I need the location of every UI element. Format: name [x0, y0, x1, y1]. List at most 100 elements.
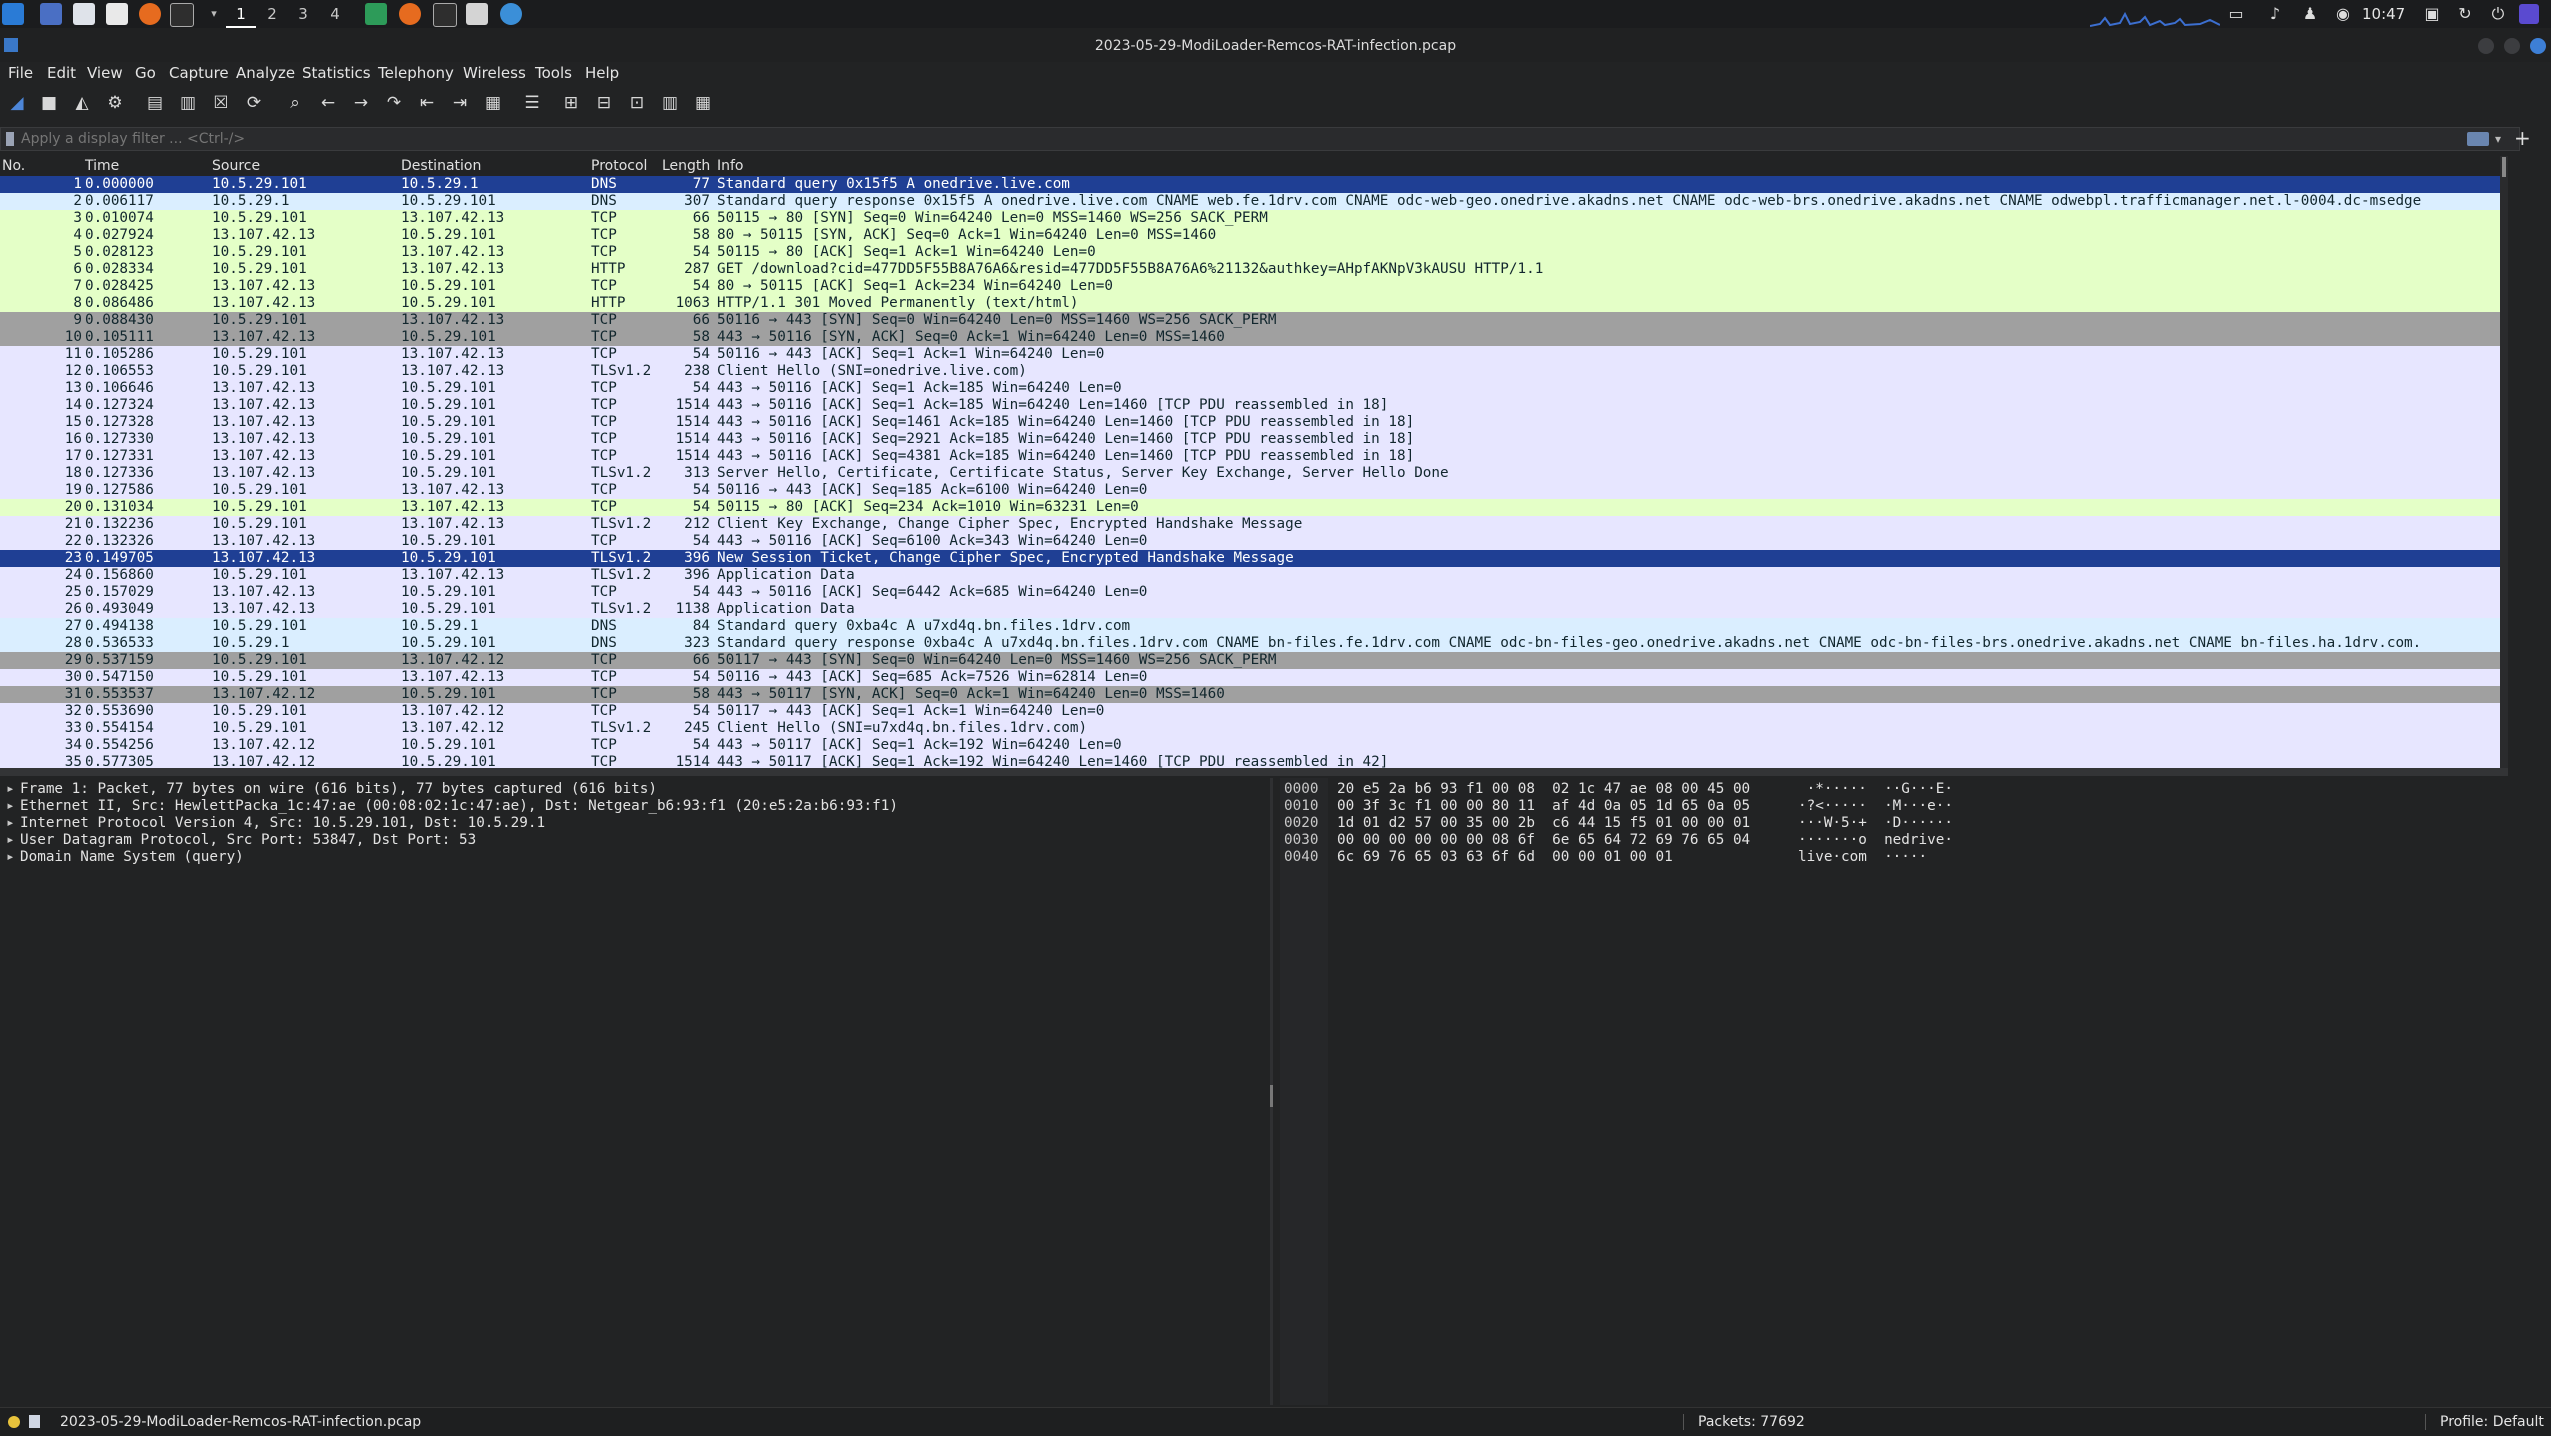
network-task-icon[interactable]	[500, 3, 522, 25]
menu-edit[interactable]: Edit	[47, 62, 76, 84]
reload-file-icon[interactable]: ⟳	[243, 92, 265, 114]
packet-row[interactable]: 16 0.127330 13.107.42.13 10.5.29.101 TCP 1514…	[0, 431, 2508, 448]
expert-info-icon[interactable]	[8, 1416, 20, 1428]
column-header-protocol[interactable]: Protocol	[591, 156, 647, 176]
workspace-3[interactable]: 3	[288, 0, 318, 28]
packet-row[interactable]: 20 0.131034 10.5.29.101 13.107.42.13 TCP 54 50…	[0, 499, 2508, 516]
packet-row[interactable]: 17 0.127331 13.107.42.13 10.5.29.101 TCP 1514…	[0, 448, 2508, 465]
first-packet-icon[interactable]: ⇤	[416, 92, 438, 114]
packet-row[interactable]: 35 0.577305 13.107.42.12 10.5.29.101 TCP 1514…	[0, 754, 2508, 768]
tree-item-frame[interactable]: ▸ Frame 1: Packet, 77 bytes on wire (616 …	[6, 781, 657, 798]
colorize-icon[interactable]: ☰	[521, 92, 543, 114]
byte-hex[interactable]: 1d 01 d2 57 00 35 00 2b c6 44 15 f5 01 0…	[1337, 815, 1750, 832]
packet-row[interactable]: 7 0.028425 13.107.42.13 10.5.29.101 TCP 54 80 …	[0, 278, 2508, 295]
save-file-icon[interactable]: ▥	[177, 92, 199, 114]
column-header-destination[interactable]: Destination	[401, 156, 481, 176]
layout-icon[interactable]: ▦	[692, 92, 714, 114]
packet-list-scrollbar[interactable]	[2500, 156, 2508, 768]
byte-hex[interactable]: 6c 69 76 65 03 63 6f 6d 00 00 01 00 01	[1337, 849, 1673, 866]
packet-row[interactable]: 4 0.027924 13.107.42.13 10.5.29.101 TCP 58 80 …	[0, 227, 2508, 244]
splitter-handle[interactable]	[1270, 1085, 1273, 1107]
firefox-task-icon[interactable]	[399, 3, 421, 25]
zoom-out-icon[interactable]: ⊟	[593, 92, 615, 114]
expand-arrow-icon[interactable]: ▸	[6, 781, 20, 798]
packet-row[interactable]: 15 0.127328 13.107.42.13 10.5.29.101 TCP 1514…	[0, 414, 2508, 431]
volume-icon[interactable]: ♪	[2265, 4, 2285, 24]
packet-row[interactable]: 2 0.006117 10.5.29.1 10.5.29.101 DNS 307 Stand…	[0, 193, 2508, 210]
packet-row[interactable]: 18 0.127336 13.107.42.13 10.5.29.101 TLSv1.2…	[0, 465, 2508, 482]
packet-row[interactable]: 26 0.493049 13.107.42.13 10.5.29.101 TLSv1.2…	[0, 601, 2508, 618]
packet-row[interactable]: 5 0.028123 10.5.29.101 13.107.42.13 TCP 54 501…	[0, 244, 2508, 261]
packet-row[interactable]: 22 0.132326 13.107.42.13 10.5.29.101 TCP 54 44…	[0, 533, 2508, 550]
workspace-4[interactable]: 4	[320, 0, 350, 28]
column-header-time[interactable]: Time	[85, 156, 119, 176]
packet-row[interactable]: 11 0.105286 10.5.29.101 13.107.42.13 TCP 54 50…	[0, 346, 2508, 363]
menu-capture[interactable]: Capture	[169, 62, 229, 84]
byte-ascii[interactable]: live·com ·····	[1798, 849, 1927, 866]
go-to-packet-icon[interactable]: ↷	[383, 92, 405, 114]
capture-options-icon[interactable]: ⚙	[104, 92, 126, 114]
packet-bytes-pane[interactable]: 0000 20 e5 2a b6 93 f1 00 08 02 1c 47 ae…	[1280, 778, 2551, 1405]
notifications-icon[interactable]: ♟	[2300, 4, 2320, 24]
status-profile[interactable]: Profile: Default	[2440, 1408, 2544, 1436]
column-header-no[interactable]: No.	[2, 156, 25, 176]
tree-item-ipv4[interactable]: ▸ Internet Protocol Version 4, Src: 10.5.…	[6, 815, 545, 832]
packet-row[interactable]: 27 0.494138 10.5.29.101 10.5.29.1 DNS 84 Stand…	[0, 618, 2508, 635]
packet-row[interactable]: 34 0.554256 13.107.42.12 10.5.29.101 TCP 54 44…	[0, 737, 2508, 754]
stop-capture-icon[interactable]: ■	[38, 92, 60, 114]
wireshark-task-icon[interactable]	[365, 3, 387, 25]
packet-row[interactable]: 19 0.127586 10.5.29.101 13.107.42.13 TCP 54 50…	[0, 482, 2508, 499]
byte-hex[interactable]: 00 00 00 00 00 00 08 6f 6e 65 64 72 69 7…	[1337, 832, 1750, 849]
zoom-in-icon[interactable]: ⊞	[560, 92, 582, 114]
packet-list-scroll-thumb[interactable]	[2502, 157, 2506, 177]
restart-capture-icon[interactable]: ◭	[71, 92, 93, 114]
packet-row[interactable]: 30 0.547150 10.5.29.101 13.107.42.13 TCP 54 50…	[0, 669, 2508, 686]
packet-row[interactable]: 28 0.536533 10.5.29.1 10.5.29.101 DNS 323 Stan…	[0, 635, 2508, 652]
capture-comment-icon[interactable]	[29, 1415, 40, 1428]
packet-row[interactable]: 6 0.028334 10.5.29.101 13.107.42.13 HTTP 287 G…	[0, 261, 2508, 278]
expand-arrow-icon[interactable]: ▸	[6, 798, 20, 815]
packet-row[interactable]: 32 0.553690 10.5.29.101 13.107.42.12 TCP 54 50…	[0, 703, 2508, 720]
last-packet-icon[interactable]: ⇥	[449, 92, 471, 114]
file-manager-icon[interactable]	[73, 3, 95, 25]
byte-hex[interactable]: 20 e5 2a b6 93 f1 00 08 02 1c 47 ae 08 0…	[1337, 781, 1750, 798]
close-button[interactable]	[2530, 38, 2546, 54]
terminal-task-icon[interactable]	[433, 3, 457, 27]
packet-details-pane[interactable]: ▸ Frame 1: Packet, 77 bytes on wire (616 …	[0, 778, 1270, 1405]
packet-row[interactable]: 9 0.088430 10.5.29.101 13.107.42.13 TCP 66 501…	[0, 312, 2508, 329]
packet-list[interactable]: No. Time Source Destination Protocol Len…	[0, 156, 2508, 768]
apply-filter-icon[interactable]	[2467, 132, 2489, 146]
menu-file[interactable]: File	[8, 62, 33, 84]
packet-row[interactable]: 21 0.132236 10.5.29.101 13.107.42.13 TLSv1.2…	[0, 516, 2508, 533]
packet-row[interactable]: 1 0.000000 10.5.29.101 10.5.29.1 DNS 77 Standa…	[0, 176, 2508, 193]
byte-ascii[interactable]: ···W·5·+ ·D······	[1798, 815, 1953, 832]
expand-arrow-icon[interactable]: ▸	[6, 832, 20, 849]
packet-row[interactable]: 3 0.010074 10.5.29.101 13.107.42.13 TCP 66 501…	[0, 210, 2508, 227]
window-task-icon[interactable]	[466, 3, 488, 25]
menu-help[interactable]: Help	[585, 62, 619, 84]
packet-row[interactable]: 10 0.105111 13.107.42.13 10.5.29.101 TCP 58 44…	[0, 329, 2508, 346]
column-header-source[interactable]: Source	[212, 156, 260, 176]
maximize-button[interactable]	[2504, 38, 2520, 54]
packet-row[interactable]: 12 0.106553 10.5.29.101 13.107.42.13 TLSv1.2…	[0, 363, 2508, 380]
minimize-button[interactable]	[2478, 38, 2494, 54]
packet-row[interactable]: 31 0.553537 13.107.42.12 10.5.29.101 TCP 58 44…	[0, 686, 2508, 703]
menu-telephony[interactable]: Telephony	[378, 62, 454, 84]
byte-ascii[interactable]: ·······o nedrive·	[1798, 832, 1953, 849]
packet-row[interactable]: 13 0.106646 13.107.42.13 10.5.29.101 TCP 54 44…	[0, 380, 2508, 397]
expand-arrow-icon[interactable]: ▸	[6, 815, 20, 832]
chevron-down-icon[interactable]: ▾	[2495, 128, 2501, 150]
packet-row[interactable]: 24 0.156860 10.5.29.101 13.107.42.13 TLSv1.2…	[0, 567, 2508, 584]
refresh-icon[interactable]: ↻	[2455, 4, 2475, 24]
workspace-2[interactable]: 2	[257, 0, 287, 28]
column-header-info[interactable]: Info	[717, 156, 744, 176]
open-file-icon[interactable]: ▤	[144, 92, 166, 114]
menu-go[interactable]: Go	[135, 62, 156, 84]
close-file-icon[interactable]: ☒	[210, 92, 232, 114]
packet-row[interactable]: 25 0.157029 13.107.42.13 10.5.29.101 TCP 54 44…	[0, 584, 2508, 601]
byte-hex[interactable]: 00 3f 3c f1 00 00 80 11 af 4d 0a 05 1d 6…	[1337, 798, 1750, 815]
menu-analyze[interactable]: Analyze	[236, 62, 295, 84]
resize-columns-icon[interactable]: ▥	[659, 92, 681, 114]
bookmark-icon[interactable]	[6, 132, 14, 146]
find-packet-icon[interactable]: ⌕	[284, 92, 306, 114]
